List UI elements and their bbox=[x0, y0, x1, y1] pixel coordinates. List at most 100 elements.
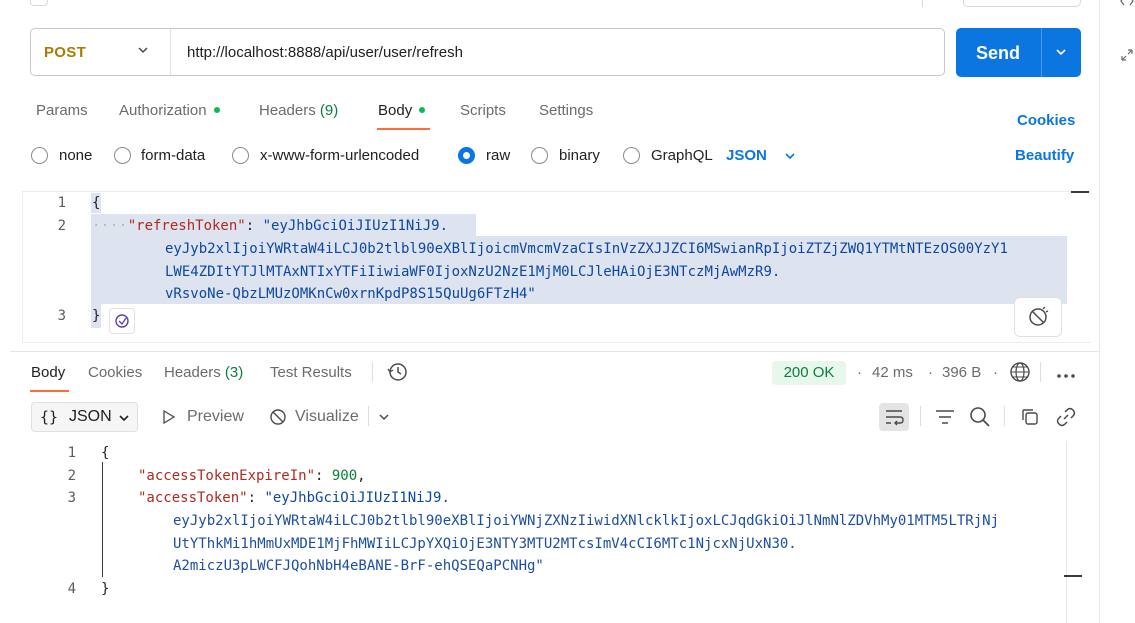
code-line[interactable]: LWE4ZDItYTJlMTAxNTIxYTFiIiwiaWF0IjoxNzU2… bbox=[165, 264, 780, 280]
toolbar-separator bbox=[368, 406, 369, 426]
beautify-icon[interactable] bbox=[1014, 297, 1062, 337]
top-button-fragment bbox=[30, 0, 48, 6]
chevron-down-icon[interactable] bbox=[782, 148, 798, 169]
radio-raw[interactable] bbox=[458, 147, 475, 164]
toolbar-separator bbox=[920, 406, 921, 426]
status-dot bbox=[419, 107, 426, 114]
response-tab-headers[interactable]: Headers (3) bbox=[164, 364, 243, 381]
response-tab-body[interactable]: Body bbox=[31, 364, 65, 381]
filter-icon[interactable] bbox=[934, 407, 956, 432]
beautify-icon[interactable] bbox=[109, 308, 135, 334]
code-line[interactable]: ····"refreshToken": "eyJhbGciOiJIUzI1NiJ… bbox=[92, 218, 448, 234]
top-divider bbox=[922, 0, 923, 7]
response-size: 396 B bbox=[942, 364, 982, 381]
copy-icon[interactable] bbox=[1020, 407, 1040, 432]
status-dot bbox=[213, 107, 220, 114]
code-brace: } bbox=[92, 308, 101, 324]
cookies-link[interactable]: Cookies bbox=[1017, 112, 1075, 129]
right-panel-divider bbox=[1099, 0, 1100, 623]
chevron-down-icon[interactable] bbox=[376, 409, 392, 430]
tab-authorization[interactable]: Authorization bbox=[119, 102, 220, 119]
chevron-down-icon[interactable] bbox=[1053, 44, 1069, 60]
line-number: 1 bbox=[67, 445, 76, 461]
response-scrollbar[interactable] bbox=[1064, 575, 1082, 577]
radio-label-binary: binary bbox=[559, 147, 600, 164]
response-divider bbox=[10, 351, 1100, 352]
editor-border bbox=[22, 342, 1091, 343]
response-tab-cookies[interactable]: Cookies bbox=[88, 364, 142, 381]
radio-label-raw: raw bbox=[486, 147, 511, 164]
radio-label-none: none bbox=[59, 147, 93, 164]
chevron-down-icon[interactable] bbox=[135, 42, 151, 58]
beautify-link[interactable]: Beautify bbox=[1015, 147, 1074, 164]
toolbar-separator bbox=[1004, 406, 1005, 426]
editor-border bbox=[22, 191, 23, 343]
radio-binary[interactable] bbox=[531, 147, 548, 164]
code-icon[interactable] bbox=[1120, 0, 1134, 11]
tab-settings[interactable]: Settings bbox=[539, 102, 593, 119]
top-select-fragment bbox=[963, 0, 1081, 7]
editor-scrollbar[interactable] bbox=[1071, 191, 1089, 193]
line-number: 3 bbox=[57, 308, 66, 324]
code-line[interactable]: eyJyb2xlIjoiYWRtaW4iLCJ0b2tlbl90eXBlIjoi… bbox=[173, 513, 999, 529]
more-icon[interactable] bbox=[1056, 368, 1076, 386]
play-icon[interactable] bbox=[161, 409, 177, 430]
editor-border bbox=[1066, 441, 1067, 623]
code-line[interactable]: vRsvoNe-QbzLMUzOMKnCw0xrnKpdP8S15QuUg6FT… bbox=[165, 286, 536, 302]
line-number: 3 bbox=[67, 490, 76, 506]
code-line[interactable]: A2miczU3pLWCFJQohNbH4eBANE-BrF-ehQSEQaPC… bbox=[173, 558, 544, 574]
braces-icon: {} bbox=[40, 408, 59, 426]
response-time: 42 ms bbox=[872, 364, 913, 381]
globe-icon[interactable] bbox=[1009, 361, 1031, 388]
response-format-select[interactable]: {} JSON bbox=[31, 402, 138, 432]
code-line[interactable]: eyJyb2xlIjoiYWRtaW4iLCJ0b2tlbl90eXBlIjoi… bbox=[165, 241, 1008, 257]
link-icon[interactable] bbox=[1055, 406, 1077, 433]
radio-label-form-data: form-data bbox=[141, 147, 206, 164]
radio-label-urlencoded: x-www-form-urlencoded bbox=[260, 147, 420, 164]
tab-scripts[interactable]: Scripts bbox=[460, 102, 506, 119]
tab-body[interactable]: Body bbox=[378, 102, 426, 119]
tab-params[interactable]: Params bbox=[36, 102, 88, 119]
code-line[interactable]: "accessTokenExpireIn": 900, bbox=[138, 468, 366, 484]
radio-none[interactable] bbox=[31, 147, 48, 164]
url-separator bbox=[170, 29, 171, 75]
line-number: 4 bbox=[67, 581, 76, 597]
radio-form-data[interactable] bbox=[114, 147, 131, 164]
response-format-label: JSON bbox=[69, 408, 112, 425]
response-tab-test-results[interactable]: Test Results bbox=[270, 364, 352, 381]
code-line[interactable]: "accessToken": "eyJhbGciOiJIUzI1NiJ9. bbox=[138, 490, 450, 506]
body-format-select[interactable]: JSON bbox=[726, 147, 767, 164]
active-tab-indicator bbox=[377, 128, 430, 130]
method-select[interactable]: POST bbox=[44, 44, 86, 61]
wrap-lines-button[interactable] bbox=[879, 403, 909, 431]
code-brace: } bbox=[101, 581, 110, 597]
radio-urlencoded[interactable] bbox=[232, 147, 249, 164]
indent-guide bbox=[102, 462, 103, 577]
search-icon[interactable] bbox=[969, 406, 991, 433]
status-badge: 200 OK bbox=[772, 361, 846, 385]
radio-label-graphql: GraphQL bbox=[651, 147, 713, 164]
visualize-button[interactable]: Visualize bbox=[295, 408, 359, 426]
line-number: 2 bbox=[67, 468, 76, 484]
code-brace: { bbox=[92, 195, 101, 211]
url-bar: POST http://localhost:8888/api/user/user… bbox=[30, 28, 945, 76]
editor-border bbox=[22, 191, 1091, 192]
line-number: 1 bbox=[57, 195, 66, 211]
code-brace: { bbox=[101, 445, 110, 461]
separator-dot: · bbox=[857, 364, 862, 381]
preview-button[interactable]: Preview bbox=[187, 408, 244, 426]
code-line[interactable]: UtYThkMi1hMmUxMDE1MjFhMWIiLCJpYXQiOjE3NT… bbox=[173, 536, 797, 552]
active-tab-indicator bbox=[30, 390, 69, 392]
radio-graphql[interactable] bbox=[623, 147, 640, 164]
send-button[interactable]: Send bbox=[956, 28, 1081, 77]
tab-headers[interactable]: Headers (9) bbox=[259, 102, 338, 119]
toolbar-separator bbox=[1040, 362, 1041, 382]
send-label: Send bbox=[976, 43, 1021, 63]
expand-icon[interactable] bbox=[1120, 48, 1134, 65]
toolbar-separator bbox=[372, 362, 373, 382]
visualize-icon[interactable] bbox=[268, 407, 288, 432]
url-input[interactable]: http://localhost:8888/api/user/user/refr… bbox=[187, 44, 463, 61]
history-icon[interactable] bbox=[386, 361, 408, 388]
separator-dot: · bbox=[993, 364, 998, 381]
line-number: 2 bbox=[57, 218, 66, 234]
